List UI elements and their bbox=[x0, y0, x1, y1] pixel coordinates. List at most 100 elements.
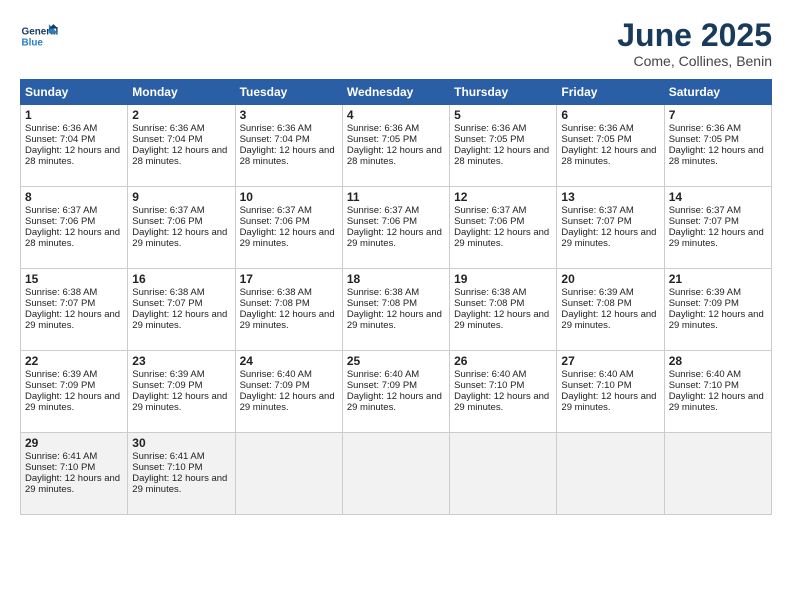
sunrise-label: Sunrise: 6:36 AM bbox=[454, 123, 526, 134]
day-number: 2 bbox=[132, 108, 230, 122]
empty-cell bbox=[342, 433, 449, 515]
table-row: 20 Sunrise: 6:39 AM Sunset: 7:08 PM Dayl… bbox=[557, 269, 664, 351]
calendar-title: June 2025 bbox=[617, 18, 772, 53]
sunset-label: Sunset: 7:09 PM bbox=[25, 380, 95, 391]
sunrise-label: Sunrise: 6:36 AM bbox=[669, 123, 741, 134]
title-block: June 2025 Come, Collines, Benin bbox=[617, 18, 772, 69]
daylight-label: Daylight: 12 hours and 28 minutes. bbox=[454, 145, 549, 167]
empty-cell bbox=[235, 433, 342, 515]
sunrise-label: Sunrise: 6:37 AM bbox=[347, 205, 419, 216]
header-thursday: Thursday bbox=[450, 80, 557, 105]
sunset-label: Sunset: 7:05 PM bbox=[561, 134, 631, 145]
day-number: 29 bbox=[25, 436, 123, 450]
day-number: 1 bbox=[25, 108, 123, 122]
day-number: 27 bbox=[561, 354, 659, 368]
table-row: 8 Sunrise: 6:37 AM Sunset: 7:06 PM Dayli… bbox=[21, 187, 128, 269]
sunrise-label: Sunrise: 6:37 AM bbox=[561, 205, 633, 216]
table-row: 21 Sunrise: 6:39 AM Sunset: 7:09 PM Dayl… bbox=[664, 269, 771, 351]
sunset-label: Sunset: 7:05 PM bbox=[347, 134, 417, 145]
svg-text:Blue: Blue bbox=[22, 37, 44, 48]
day-number: 4 bbox=[347, 108, 445, 122]
day-number: 21 bbox=[669, 272, 767, 286]
day-number: 23 bbox=[132, 354, 230, 368]
logo-icon: General Blue bbox=[20, 18, 58, 56]
header: General Blue June 2025 Come, Collines, B… bbox=[20, 18, 772, 69]
sunset-label: Sunset: 7:10 PM bbox=[561, 380, 631, 391]
sunset-label: Sunset: 7:08 PM bbox=[347, 298, 417, 309]
day-number: 7 bbox=[669, 108, 767, 122]
sunrise-label: Sunrise: 6:39 AM bbox=[561, 287, 633, 298]
page: General Blue June 2025 Come, Collines, B… bbox=[0, 0, 792, 612]
sunset-label: Sunset: 7:07 PM bbox=[25, 298, 95, 309]
sunrise-label: Sunrise: 6:39 AM bbox=[25, 369, 97, 380]
table-row: 5 Sunrise: 6:36 AM Sunset: 7:05 PM Dayli… bbox=[450, 105, 557, 187]
table-row: 25 Sunrise: 6:40 AM Sunset: 7:09 PM Dayl… bbox=[342, 351, 449, 433]
day-number: 18 bbox=[347, 272, 445, 286]
day-number: 6 bbox=[561, 108, 659, 122]
table-row: 28 Sunrise: 6:40 AM Sunset: 7:10 PM Dayl… bbox=[664, 351, 771, 433]
calendar-table: Sunday Monday Tuesday Wednesday Thursday… bbox=[20, 79, 772, 515]
sunrise-label: Sunrise: 6:37 AM bbox=[240, 205, 312, 216]
daylight-label: Daylight: 12 hours and 29 minutes. bbox=[132, 473, 227, 495]
daylight-label: Daylight: 12 hours and 29 minutes. bbox=[132, 309, 227, 331]
sunset-label: Sunset: 7:09 PM bbox=[669, 298, 739, 309]
daylight-label: Daylight: 12 hours and 28 minutes. bbox=[240, 145, 335, 167]
table-row: 6 Sunrise: 6:36 AM Sunset: 7:05 PM Dayli… bbox=[557, 105, 664, 187]
sunrise-label: Sunrise: 6:41 AM bbox=[25, 451, 97, 462]
day-number: 8 bbox=[25, 190, 123, 204]
day-number: 5 bbox=[454, 108, 552, 122]
sunrise-label: Sunrise: 6:37 AM bbox=[669, 205, 741, 216]
sunset-label: Sunset: 7:06 PM bbox=[347, 216, 417, 227]
table-row: 12 Sunrise: 6:37 AM Sunset: 7:06 PM Dayl… bbox=[450, 187, 557, 269]
table-row: 14 Sunrise: 6:37 AM Sunset: 7:07 PM Dayl… bbox=[664, 187, 771, 269]
daylight-label: Daylight: 12 hours and 29 minutes. bbox=[669, 391, 764, 413]
daylight-label: Daylight: 12 hours and 29 minutes. bbox=[561, 309, 656, 331]
daylight-label: Daylight: 12 hours and 29 minutes. bbox=[669, 309, 764, 331]
header-tuesday: Tuesday bbox=[235, 80, 342, 105]
sunset-label: Sunset: 7:08 PM bbox=[561, 298, 631, 309]
sunset-label: Sunset: 7:07 PM bbox=[561, 216, 631, 227]
daylight-label: Daylight: 12 hours and 28 minutes. bbox=[347, 145, 442, 167]
table-row: 27 Sunrise: 6:40 AM Sunset: 7:10 PM Dayl… bbox=[557, 351, 664, 433]
day-number: 17 bbox=[240, 272, 338, 286]
daylight-label: Daylight: 12 hours and 29 minutes. bbox=[454, 309, 549, 331]
sunset-label: Sunset: 7:06 PM bbox=[454, 216, 524, 227]
header-saturday: Saturday bbox=[664, 80, 771, 105]
day-number: 14 bbox=[669, 190, 767, 204]
sunset-label: Sunset: 7:04 PM bbox=[240, 134, 310, 145]
sunrise-label: Sunrise: 6:38 AM bbox=[25, 287, 97, 298]
header-sunday: Sunday bbox=[21, 80, 128, 105]
calendar-week-row: 15 Sunrise: 6:38 AM Sunset: 7:07 PM Dayl… bbox=[21, 269, 772, 351]
calendar-week-row: 22 Sunrise: 6:39 AM Sunset: 7:09 PM Dayl… bbox=[21, 351, 772, 433]
daylight-label: Daylight: 12 hours and 28 minutes. bbox=[25, 145, 120, 167]
sunset-label: Sunset: 7:07 PM bbox=[669, 216, 739, 227]
day-number: 25 bbox=[347, 354, 445, 368]
daylight-label: Daylight: 12 hours and 29 minutes. bbox=[561, 227, 656, 249]
day-number: 13 bbox=[561, 190, 659, 204]
day-number: 19 bbox=[454, 272, 552, 286]
table-row: 22 Sunrise: 6:39 AM Sunset: 7:09 PM Dayl… bbox=[21, 351, 128, 433]
sunrise-label: Sunrise: 6:37 AM bbox=[454, 205, 526, 216]
day-number: 26 bbox=[454, 354, 552, 368]
daylight-label: Daylight: 12 hours and 28 minutes. bbox=[669, 145, 764, 167]
sunrise-label: Sunrise: 6:40 AM bbox=[240, 369, 312, 380]
table-row: 1 Sunrise: 6:36 AM Sunset: 7:04 PM Dayli… bbox=[21, 105, 128, 187]
sunset-label: Sunset: 7:10 PM bbox=[669, 380, 739, 391]
sunset-label: Sunset: 7:10 PM bbox=[132, 462, 202, 473]
sunrise-label: Sunrise: 6:40 AM bbox=[669, 369, 741, 380]
day-number: 16 bbox=[132, 272, 230, 286]
sunrise-label: Sunrise: 6:36 AM bbox=[132, 123, 204, 134]
sunrise-label: Sunrise: 6:38 AM bbox=[454, 287, 526, 298]
table-row: 9 Sunrise: 6:37 AM Sunset: 7:06 PM Dayli… bbox=[128, 187, 235, 269]
table-row: 17 Sunrise: 6:38 AM Sunset: 7:08 PM Dayl… bbox=[235, 269, 342, 351]
daylight-label: Daylight: 12 hours and 29 minutes. bbox=[240, 309, 335, 331]
day-number: 28 bbox=[669, 354, 767, 368]
calendar-week-row: 29 Sunrise: 6:41 AM Sunset: 7:10 PM Dayl… bbox=[21, 433, 772, 515]
sunset-label: Sunset: 7:06 PM bbox=[25, 216, 95, 227]
table-row: 7 Sunrise: 6:36 AM Sunset: 7:05 PM Dayli… bbox=[664, 105, 771, 187]
sunset-label: Sunset: 7:09 PM bbox=[240, 380, 310, 391]
calendar-week-row: 8 Sunrise: 6:37 AM Sunset: 7:06 PM Dayli… bbox=[21, 187, 772, 269]
sunset-label: Sunset: 7:07 PM bbox=[132, 298, 202, 309]
sunset-label: Sunset: 7:04 PM bbox=[132, 134, 202, 145]
sunrise-label: Sunrise: 6:40 AM bbox=[561, 369, 633, 380]
